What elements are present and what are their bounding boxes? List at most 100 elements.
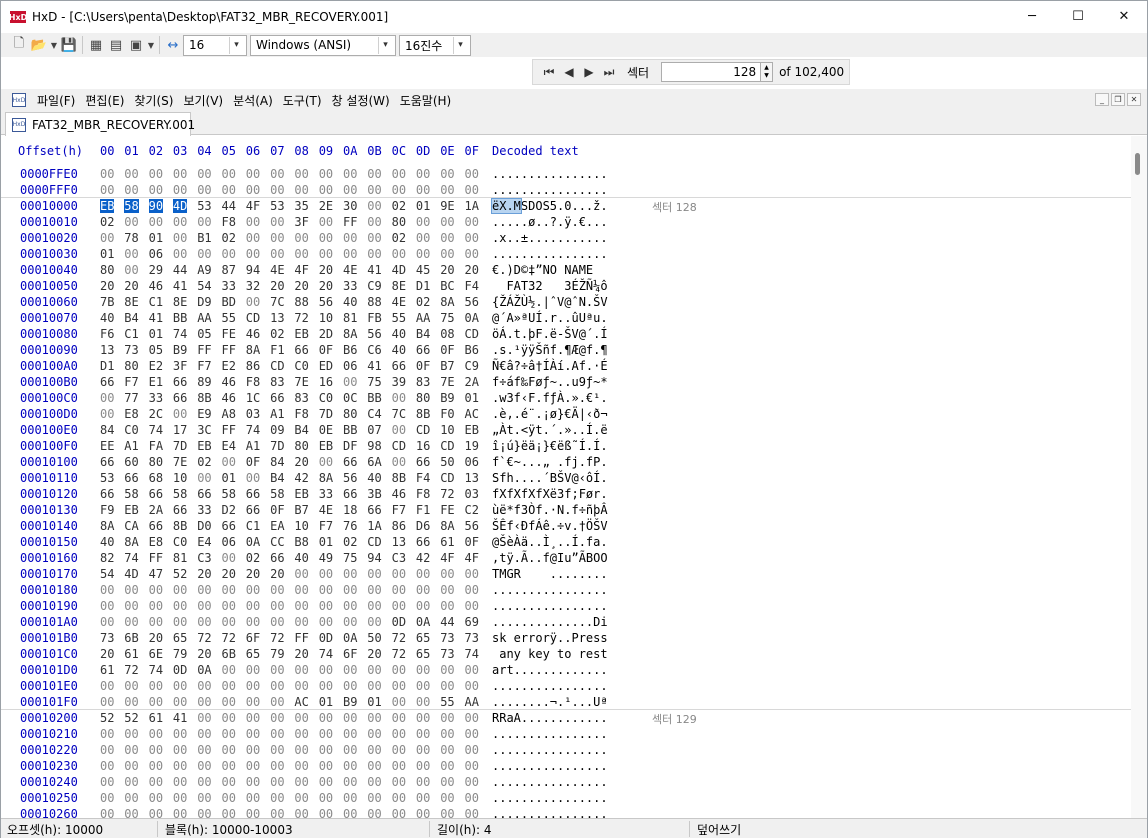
hex-byte[interactable]: 0F <box>319 343 333 357</box>
hex-byte[interactable]: 00 <box>222 727 236 741</box>
hex-byte[interactable]: 0C <box>343 391 357 405</box>
hex-byte[interactable]: 90 <box>148 199 164 213</box>
hex-byte[interactable]: 10 <box>294 519 308 533</box>
hex-byte[interactable]: 0A <box>416 615 430 629</box>
decoded-text[interactable]: .è,.é¨.¡ø}€Ä|‹ð¬ <box>492 407 608 421</box>
hex-byte[interactable]: 00 <box>124 775 138 789</box>
hex-byte[interactable]: 00 <box>367 215 381 229</box>
hex-byte[interactable]: 00 <box>197 791 211 805</box>
hex-byte[interactable]: 0A <box>246 535 260 549</box>
hex-byte[interactable]: 19 <box>465 439 479 453</box>
hex-byte[interactable]: 65 <box>173 631 187 645</box>
hex-byte[interactable]: 80 <box>392 215 406 229</box>
hex-byte[interactable]: C0 <box>319 391 333 405</box>
hex-byte[interactable]: 8E <box>392 279 406 293</box>
hex-byte[interactable]: 66 <box>367 503 381 517</box>
hex-byte[interactable]: 00 <box>319 711 333 725</box>
decoded-text[interactable]: ................ <box>492 759 608 773</box>
hex-byte[interactable]: 00 <box>465 599 479 613</box>
hex-byte[interactable]: 00 <box>222 791 236 805</box>
hex-byte[interactable]: D9 <box>197 295 211 309</box>
hex-byte[interactable]: AC <box>294 695 308 709</box>
hex-byte[interactable]: 00 <box>392 247 406 261</box>
hex-byte[interactable]: 00 <box>246 167 260 181</box>
hex-byte[interactable]: 00 <box>222 775 236 789</box>
hex-byte[interactable]: 41 <box>173 711 187 725</box>
hex-byte[interactable]: 01 <box>100 247 114 261</box>
hex-byte[interactable]: 00 <box>124 215 138 229</box>
hex-byte[interactable]: 83 <box>416 375 430 389</box>
hex-byte[interactable]: 00 <box>294 231 308 245</box>
hex-byte[interactable]: AA <box>197 311 211 325</box>
hex-byte[interactable]: 78 <box>124 231 138 245</box>
hex-byte[interactable]: EB <box>100 199 115 213</box>
hex-byte[interactable]: 00 <box>416 743 430 757</box>
hex-byte[interactable]: 40 <box>343 295 357 309</box>
hex-byte[interactable]: C0 <box>294 359 308 373</box>
hex-byte[interactable]: 20 <box>319 263 333 277</box>
decoded-text[interactable]: f`€~...„ .fj.fP. <box>492 455 608 469</box>
hex-byte[interactable]: FF <box>149 551 163 565</box>
hex-byte[interactable]: 00 <box>440 599 454 613</box>
hex-byte[interactable]: 8A <box>440 295 454 309</box>
hex-byte[interactable]: 2D <box>319 327 333 341</box>
hex-byte[interactable]: 00 <box>294 167 308 181</box>
hex-byte[interactable]: 00 <box>343 663 357 677</box>
hex-byte[interactable]: 83 <box>270 375 284 389</box>
hex-byte[interactable]: 02 <box>197 455 211 469</box>
hex-byte[interactable]: 00 <box>294 743 308 757</box>
hex-byte[interactable]: C9 <box>367 279 381 293</box>
hex-byte[interactable]: AC <box>465 407 479 421</box>
hex-byte[interactable]: 00 <box>465 567 479 581</box>
hex-byte[interactable]: 10 <box>173 471 187 485</box>
hex-byte[interactable]: 8B <box>416 407 430 421</box>
hex-byte[interactable]: 66 <box>270 391 284 405</box>
hex-byte[interactable]: 00 <box>246 599 260 613</box>
hex-byte[interactable]: 65 <box>416 647 430 661</box>
hex-byte[interactable]: 00 <box>440 247 454 261</box>
hex-byte[interactable]: B9 <box>173 343 187 357</box>
hex-byte[interactable]: 00 <box>173 215 187 229</box>
hex-byte[interactable]: 2E <box>319 199 333 213</box>
hex-byte[interactable]: 6E <box>149 647 163 661</box>
hex-byte[interactable]: EE <box>100 439 114 453</box>
hex-byte[interactable]: 02 <box>100 215 114 229</box>
hex-byte[interactable]: 46 <box>222 391 236 405</box>
hex-byte[interactable]: 00 <box>319 455 333 469</box>
hex-byte[interactable]: 00 <box>149 759 163 773</box>
hex-byte[interactable]: 00 <box>416 775 430 789</box>
hex-byte[interactable]: 7B <box>100 295 114 309</box>
hex-byte[interactable]: 00 <box>416 791 430 805</box>
hex-byte[interactable]: 00 <box>440 183 454 197</box>
hex-byte[interactable]: 7D <box>319 407 333 421</box>
hex-byte[interactable]: 00 <box>197 711 211 725</box>
hex-byte[interactable]: 00 <box>173 807 187 818</box>
maximize-button[interactable]: ☐ <box>1055 1 1101 31</box>
hex-byte[interactable]: 00 <box>440 567 454 581</box>
hex-byte[interactable]: 00 <box>465 215 479 229</box>
hex-byte[interactable]: 00 <box>100 791 114 805</box>
hex-byte[interactable]: 20 <box>440 263 454 277</box>
hex-byte[interactable]: 40 <box>392 343 406 357</box>
hex-byte[interactable]: 00 <box>343 791 357 805</box>
hex-byte[interactable]: 00 <box>124 183 138 197</box>
hex-byte[interactable]: 00 <box>246 727 260 741</box>
hex-byte[interactable]: 80 <box>100 263 114 277</box>
hex-byte[interactable]: 06 <box>465 455 479 469</box>
hex-byte[interactable]: B6 <box>343 343 357 357</box>
hex-byte[interactable]: 00 <box>294 583 308 597</box>
hex-byte[interactable]: 56 <box>367 327 381 341</box>
hex-byte[interactable]: 18 <box>343 503 357 517</box>
hex-byte[interactable]: 00 <box>392 599 406 613</box>
decoded-text[interactable]: {ŽÁŽÙ½.|ˆV@ˆN.ŠV <box>492 295 608 309</box>
hex-byte[interactable]: 73 <box>465 631 479 645</box>
hex-byte[interactable]: 00 <box>197 471 211 485</box>
decoded-text[interactable]: ŠÊf‹ÐfÁê.÷v.†ÖŠV <box>492 519 608 533</box>
decoded-text[interactable]: ..............Di <box>492 615 608 629</box>
hex-byte[interactable]: 0D <box>319 631 333 645</box>
hex-byte[interactable]: F6 <box>100 327 114 341</box>
hex-byte[interactable]: 00 <box>270 791 284 805</box>
decoded-text[interactable]: .s.¹ÿÿŠñf.¶Æ@f.¶ <box>492 343 608 357</box>
hex-byte[interactable]: 00 <box>124 247 138 261</box>
hex-byte[interactable]: 00 <box>222 695 236 709</box>
